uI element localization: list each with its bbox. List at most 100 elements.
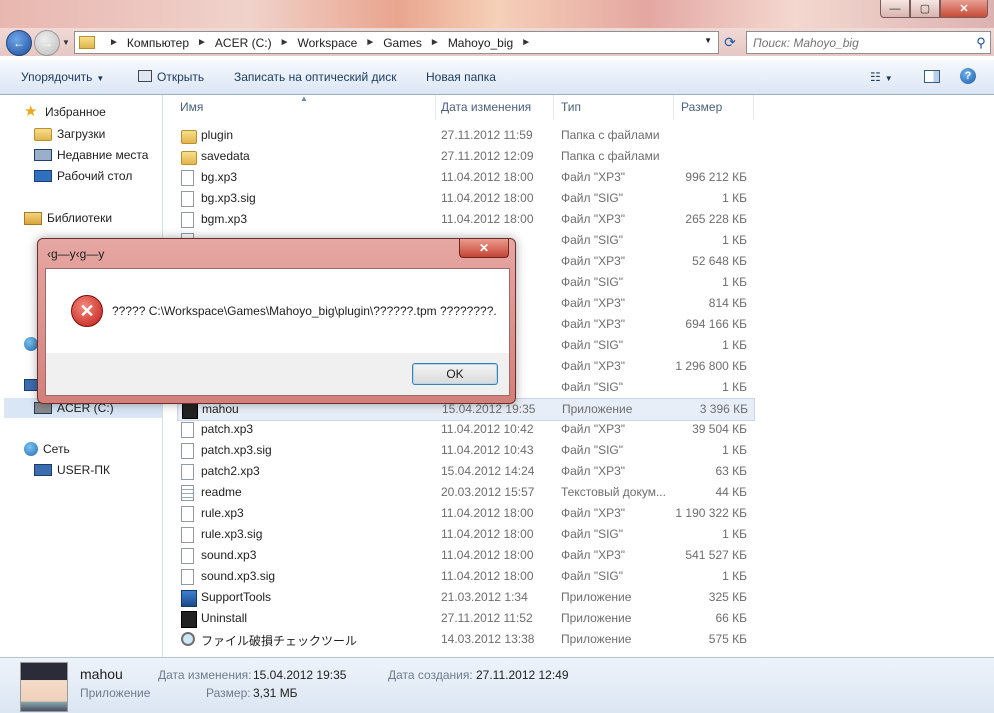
- file-date: 15.04.2012 14:24: [441, 464, 535, 478]
- file-date: 14.03.2012 13:38: [441, 632, 535, 646]
- organize-button[interactable]: Упорядочить ▼: [21, 70, 104, 84]
- folder-icon: [79, 36, 95, 49]
- file-size: 66 КБ: [715, 611, 747, 625]
- column-header-date[interactable]: Дата изменения: [441, 95, 551, 119]
- preview-pane-button[interactable]: [924, 70, 940, 86]
- table-row[interactable]: readme 20.03.2012 15:57 Текстовый докум...…: [177, 482, 753, 503]
- column-divider[interactable]: [753, 95, 754, 119]
- selected-file-name: mahou: [80, 666, 123, 682]
- table-row[interactable]: bgm.xp3 11.04.2012 18:00 Файл "XP3" 265 228…: [177, 209, 753, 230]
- sidebar-item-libraries[interactable]: Библиотеки: [24, 211, 112, 225]
- table-row[interactable]: SupportTools 21.03.2012 1:34 Приложение 325…: [177, 587, 753, 608]
- modified-label: Дата изменения:: [158, 668, 252, 682]
- file-size: 1 190 322 КБ: [675, 506, 747, 520]
- file-icon: [181, 506, 194, 522]
- table-row[interactable]: patch2.xp3 15.04.2012 14:24 Файл "XP3" 63 К…: [177, 461, 753, 482]
- chevron-right-icon[interactable]: ►: [357, 37, 383, 48]
- error-icon: ✕: [71, 295, 103, 327]
- table-row[interactable]: bg.xp3.sig 11.04.2012 18:00 Файл "SIG" 1 КБ: [177, 188, 753, 209]
- file-type: Файл "SIG": [561, 338, 624, 352]
- sidebar-item-label: Сеть: [43, 442, 70, 456]
- burn-disc-button[interactable]: Записать на оптический диск: [234, 70, 397, 84]
- view-options-button[interactable]: ☷ ▼: [870, 70, 893, 84]
- table-row[interactable]: rule.xp3.sig 11.04.2012 18:00 Файл "SIG" 1 …: [177, 524, 753, 545]
- sidebar-item-downloads[interactable]: Загрузки: [34, 127, 105, 141]
- file-size: 63 КБ: [715, 464, 747, 478]
- open-label: Открыть: [157, 70, 205, 84]
- forward-button[interactable]: →: [34, 30, 60, 56]
- libraries-icon: [24, 211, 42, 225]
- new-folder-button[interactable]: Новая папка: [426, 70, 496, 84]
- search-input[interactable]: [747, 34, 972, 51]
- error-dialog: ‹g—у‹g—у ✕ ✕ ????? C:\Workspace\Games\Ma…: [37, 238, 516, 404]
- breadcrumb-mahoyo-big[interactable]: Mahoyo_big: [448, 36, 513, 50]
- column-divider[interactable]: [435, 95, 436, 119]
- file-type: Файл "XP3": [561, 212, 626, 226]
- search-box[interactable]: ⚲: [746, 31, 991, 54]
- magnifier-icon: [181, 632, 195, 646]
- address-bar[interactable]: ► Компьютер ► ACER (C:) ► Workspace ► Ga…: [74, 31, 719, 54]
- created-value: 27.11.2012 12:49: [476, 668, 569, 682]
- open-button[interactable]: Открыть: [138, 70, 204, 84]
- file-name: rule.xp3.sig: [201, 527, 263, 541]
- table-row[interactable]: bg.xp3 11.04.2012 18:00 Файл "XP3" 996 212 …: [177, 167, 753, 188]
- sidebar-item-favorites[interactable]: ★ Избранное: [24, 104, 106, 119]
- sidebar-item-label: Загрузки: [57, 127, 106, 141]
- column-header-size[interactable]: Размер: [681, 95, 751, 119]
- table-row[interactable]: patch.xp3 11.04.2012 10:42 Файл "XP3" 39 50…: [177, 419, 753, 440]
- table-row[interactable]: ファイル破損チェックツール 14.03.2012 13:38 Приложение 5…: [177, 629, 753, 650]
- chevron-right-icon[interactable]: ►: [272, 37, 298, 48]
- sidebar-item-network[interactable]: Сеть: [24, 442, 70, 456]
- refresh-button[interactable]: ⟳: [719, 33, 741, 52]
- chevron-right-icon[interactable]: ►: [101, 37, 127, 48]
- column-divider[interactable]: [673, 95, 674, 119]
- open-icon: [138, 70, 152, 82]
- file-size: 325 КБ: [708, 590, 747, 604]
- sidebar-item-desktop[interactable]: Рабочий стол: [34, 169, 132, 183]
- file-type: Файл "XP3": [561, 254, 626, 268]
- table-row[interactable]: sound.xp3.sig 11.04.2012 18:00 Файл "SIG" 1…: [177, 566, 753, 587]
- sidebar-item-user-pc[interactable]: USER-ПК: [34, 463, 110, 477]
- file-name: plugin: [201, 128, 234, 142]
- table-row[interactable]: savedata 27.11.2012 12:09 Папка с файлами: [177, 146, 753, 167]
- network-computer-icon: [34, 464, 52, 476]
- sidebar-item-recent[interactable]: Недавние места: [34, 148, 148, 162]
- address-history-dropdown[interactable]: ▼: [704, 36, 712, 45]
- help-icon: ?: [960, 68, 976, 84]
- column-divider[interactable]: [553, 95, 554, 119]
- file-name: Uninstall: [201, 611, 248, 625]
- file-type: Файл "SIG": [561, 233, 624, 247]
- recent-pages-dropdown[interactable]: ▼: [62, 38, 70, 47]
- modified-value: 15.04.2012 19:35: [253, 668, 347, 682]
- column-header-type[interactable]: Тип: [561, 95, 671, 119]
- breadcrumb-workspace[interactable]: Workspace: [298, 36, 358, 50]
- chevron-right-icon[interactable]: ►: [513, 37, 539, 48]
- back-button[interactable]: ←: [6, 30, 32, 56]
- file-type: Файл "XP3": [561, 464, 626, 478]
- breadcrumb-games[interactable]: Games: [383, 36, 422, 50]
- ok-button[interactable]: OK: [412, 363, 498, 385]
- chevron-right-icon[interactable]: ►: [189, 37, 215, 48]
- breadcrumb-drive[interactable]: ACER (C:): [215, 36, 272, 50]
- file-type: Файл "SIG": [561, 380, 624, 394]
- chevron-down-icon: ▼: [96, 74, 105, 83]
- minimize-button[interactable]: —: [880, 0, 910, 18]
- help-button[interactable]: ?: [960, 68, 976, 84]
- breadcrumb-computer[interactable]: Компьютер: [127, 36, 189, 50]
- sidebar-item-label: Избранное: [45, 105, 106, 119]
- table-row[interactable]: patch.xp3.sig 11.04.2012 10:43 Файл "SIG" 1…: [177, 440, 753, 461]
- search-icon[interactable]: ⚲: [972, 35, 990, 51]
- column-header-name[interactable]: Имя: [180, 95, 434, 119]
- table-row[interactable]: sound.xp3 11.04.2012 18:00 Файл "XP3" 541 5…: [177, 545, 753, 566]
- file-size: 265 228 КБ: [685, 212, 747, 226]
- table-row[interactable]: plugin 27.11.2012 11:59 Папка с файлами: [177, 125, 753, 146]
- dialog-close-button[interactable]: ✕: [459, 239, 509, 258]
- refresh-icon: ⟳: [724, 34, 736, 50]
- file-name: readme: [201, 485, 242, 499]
- close-window-button[interactable]: ✕: [940, 0, 988, 18]
- chevron-right-icon[interactable]: ►: [422, 37, 448, 48]
- file-date: 11.04.2012 18:00: [441, 548, 534, 562]
- table-row[interactable]: rule.xp3 11.04.2012 18:00 Файл "XP3" 1 190 …: [177, 503, 753, 524]
- maximize-button[interactable]: ▢: [910, 0, 940, 18]
- table-row[interactable]: Uninstall 27.11.2012 11:52 Приложение 66 КБ: [177, 608, 753, 629]
